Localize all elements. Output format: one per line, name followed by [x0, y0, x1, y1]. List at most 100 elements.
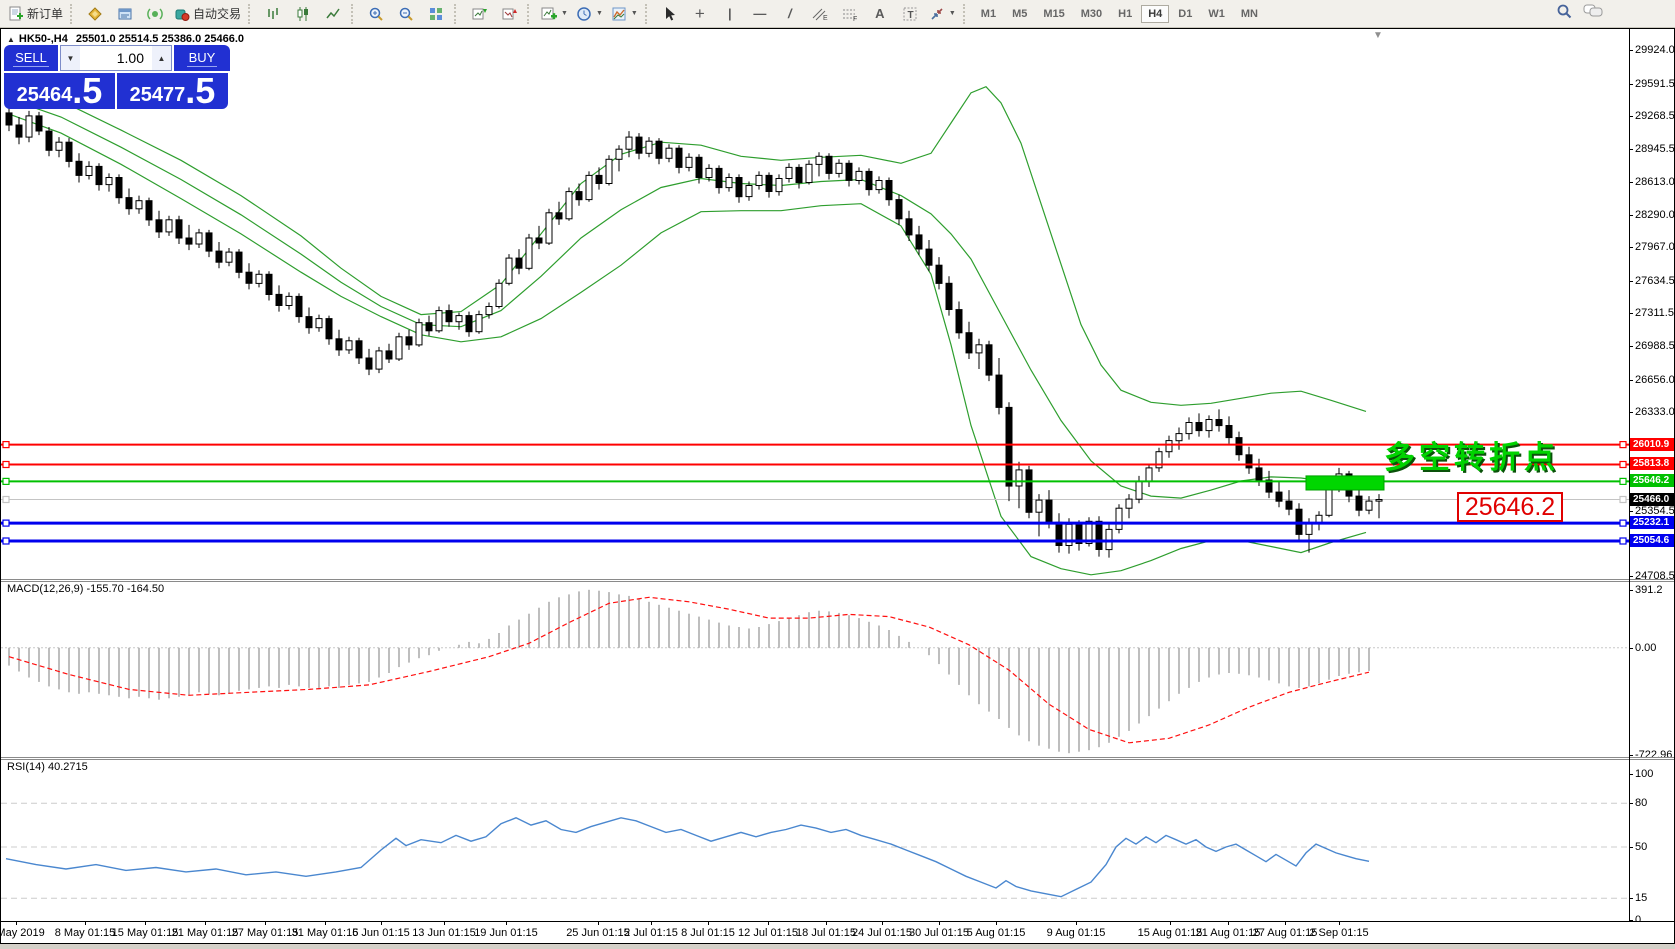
- fibonacci-tool[interactable]: F: [835, 2, 865, 26]
- main-chart-canvas[interactable]: [1, 29, 1629, 581]
- data-window-button[interactable]: [110, 2, 140, 26]
- new-order-label: 新订单: [27, 5, 63, 22]
- timeframe-h1[interactable]: H1: [1111, 5, 1139, 23]
- time-tick-label: 21 May 01:15: [172, 927, 239, 939]
- sell-button[interactable]: SELL: [4, 45, 58, 71]
- line-anchor: [3, 520, 9, 526]
- chevron-down-icon: ▼: [561, 10, 568, 17]
- symbol-period-label: HK50-,H4: [19, 33, 68, 45]
- templates-dropdown[interactable]: ▼: [607, 2, 642, 26]
- chart-shift-icon[interactable]: ▼: [1373, 30, 1383, 41]
- arrange-up-button[interactable]: [464, 2, 494, 26]
- zoom-out-button[interactable]: [391, 2, 421, 26]
- volume-decrease-button[interactable]: ▼: [61, 46, 80, 70]
- time-tick-label: 27 May 01:15: [232, 927, 299, 939]
- time-tick: [16, 922, 17, 925]
- cursor-icon: [662, 6, 678, 22]
- timeframe-m30[interactable]: M30: [1074, 5, 1109, 23]
- chat-icon[interactable]: [1583, 3, 1603, 24]
- periods-dropdown[interactable]: ▼: [572, 2, 607, 26]
- time-tick: [1285, 922, 1286, 925]
- text-tool[interactable]: A: [865, 2, 895, 26]
- macd-canvas[interactable]: [1, 581, 1629, 759]
- new-order-button[interactable]: 新订单: [4, 2, 67, 26]
- timeframe-w1[interactable]: W1: [1201, 5, 1232, 23]
- sell-price[interactable]: 25464.5: [4, 73, 115, 109]
- crosshair-tool[interactable]: +: [685, 2, 715, 26]
- highlight-rect[interactable]: [1306, 476, 1384, 490]
- price-tick-label: 28290.0: [1635, 209, 1675, 221]
- rsi-line: [6, 818, 1369, 897]
- turning-point-annotation[interactable]: 多空转折点: [1384, 432, 1559, 477]
- time-tick-label: 19 Jun 01:15: [474, 927, 538, 939]
- rsi-tick-label: 15: [1635, 892, 1647, 904]
- price-badge: 25466.0: [1630, 493, 1674, 506]
- time-tick: [85, 922, 86, 925]
- line-anchor: [1620, 497, 1626, 503]
- buy-price-main: 25477: [130, 84, 186, 106]
- time-tick: [444, 922, 445, 925]
- mt4-application: { "icon_names": ["new-order-icon","marke…: [0, 0, 1675, 949]
- sell-price-main: 25464: [17, 84, 73, 106]
- volume-stepper: ▼ 1.00 ▲: [60, 45, 172, 71]
- collapse-icon[interactable]: ▲: [7, 35, 15, 44]
- chevron-up-icon: ▲: [158, 54, 166, 63]
- rsi-canvas[interactable]: [1, 759, 1629, 921]
- navigator-button[interactable]: [140, 2, 170, 26]
- timeframe-d1[interactable]: D1: [1171, 5, 1199, 23]
- line-chart-button[interactable]: [318, 2, 348, 26]
- cursor-tool[interactable]: [655, 2, 685, 26]
- time-tick-label: 15 Aug 01:15: [1138, 927, 1203, 939]
- price-badge: 26010.9: [1630, 438, 1674, 451]
- timeframe-mn[interactable]: MN: [1234, 5, 1265, 23]
- horizontal-line-tool[interactable]: —: [745, 2, 775, 26]
- buy-button[interactable]: BUY: [174, 45, 230, 71]
- rsi-tick-label: 80: [1635, 797, 1647, 809]
- arrange-up-icon: [471, 6, 487, 22]
- price-tick-label: 27634.5: [1635, 275, 1675, 287]
- periods-icon: [576, 6, 592, 22]
- tile-windows-button[interactable]: [421, 2, 451, 26]
- line-anchor: [1620, 538, 1626, 544]
- line-anchor: [1620, 462, 1626, 468]
- volume-value[interactable]: 1.00: [80, 46, 152, 70]
- text-label-tool[interactable]: T: [895, 2, 925, 26]
- candles-layer[interactable]: [6, 100, 1382, 558]
- market-watch-icon: [87, 6, 103, 22]
- chart-window: ▲ HK50-,H4 25501.0 25514.5 25386.0 25466.0…: [0, 28, 1675, 944]
- bar-chart-icon: [265, 6, 281, 22]
- time-tick-label: 5 Aug 01:15: [967, 927, 1026, 939]
- arrange-down-icon: [501, 6, 517, 22]
- line-anchor: [3, 442, 9, 448]
- time-tick-label: 21 Aug 01:15: [1196, 927, 1261, 939]
- time-scale[interactable]: 2 May 20198 May 01:1515 May 01:1521 May …: [1, 921, 1674, 943]
- price-callout-annotation[interactable]: 25646.2: [1457, 492, 1563, 522]
- channel-tool[interactable]: E: [805, 2, 835, 26]
- ohlc-values: 25501.0 25514.5 25386.0 25466.0: [76, 33, 244, 45]
- timeframe-m5[interactable]: M5: [1005, 5, 1034, 23]
- timeframe-h4[interactable]: H4: [1141, 5, 1169, 23]
- zoom-in-button[interactable]: [361, 2, 391, 26]
- timeframe-m15[interactable]: M15: [1036, 5, 1071, 23]
- arrange-down-button[interactable]: [494, 2, 524, 26]
- candlestick-chart-button[interactable]: [288, 2, 318, 26]
- indicators-dropdown[interactable]: ▼: [537, 2, 572, 26]
- time-tick: [1076, 922, 1077, 925]
- sell-price-frac: .5: [72, 76, 102, 106]
- vertical-line-tool[interactable]: |: [715, 2, 745, 26]
- buy-price[interactable]: 25477.5: [117, 73, 228, 109]
- market-watch-button[interactable]: [80, 2, 110, 26]
- time-tick: [265, 922, 266, 925]
- timeframe-m1[interactable]: M1: [974, 5, 1003, 23]
- macd-indicator-label: MACD(12,26,9) -155.70 -164.50: [7, 583, 164, 595]
- rsi-tick-label: 100: [1635, 768, 1653, 780]
- search-icon[interactable]: [1556, 3, 1573, 25]
- autotrading-button[interactable]: 自动交易: [170, 2, 245, 26]
- bar-chart-button[interactable]: [258, 2, 288, 26]
- trendline-tool[interactable]: /: [775, 2, 805, 26]
- time-tick: [768, 922, 769, 925]
- volume-increase-button[interactable]: ▲: [152, 46, 171, 70]
- arrows-dropdown[interactable]: ▼: [925, 2, 960, 26]
- crosshair-icon: +: [695, 4, 705, 24]
- macd-tick-label: 391.2: [1635, 584, 1663, 596]
